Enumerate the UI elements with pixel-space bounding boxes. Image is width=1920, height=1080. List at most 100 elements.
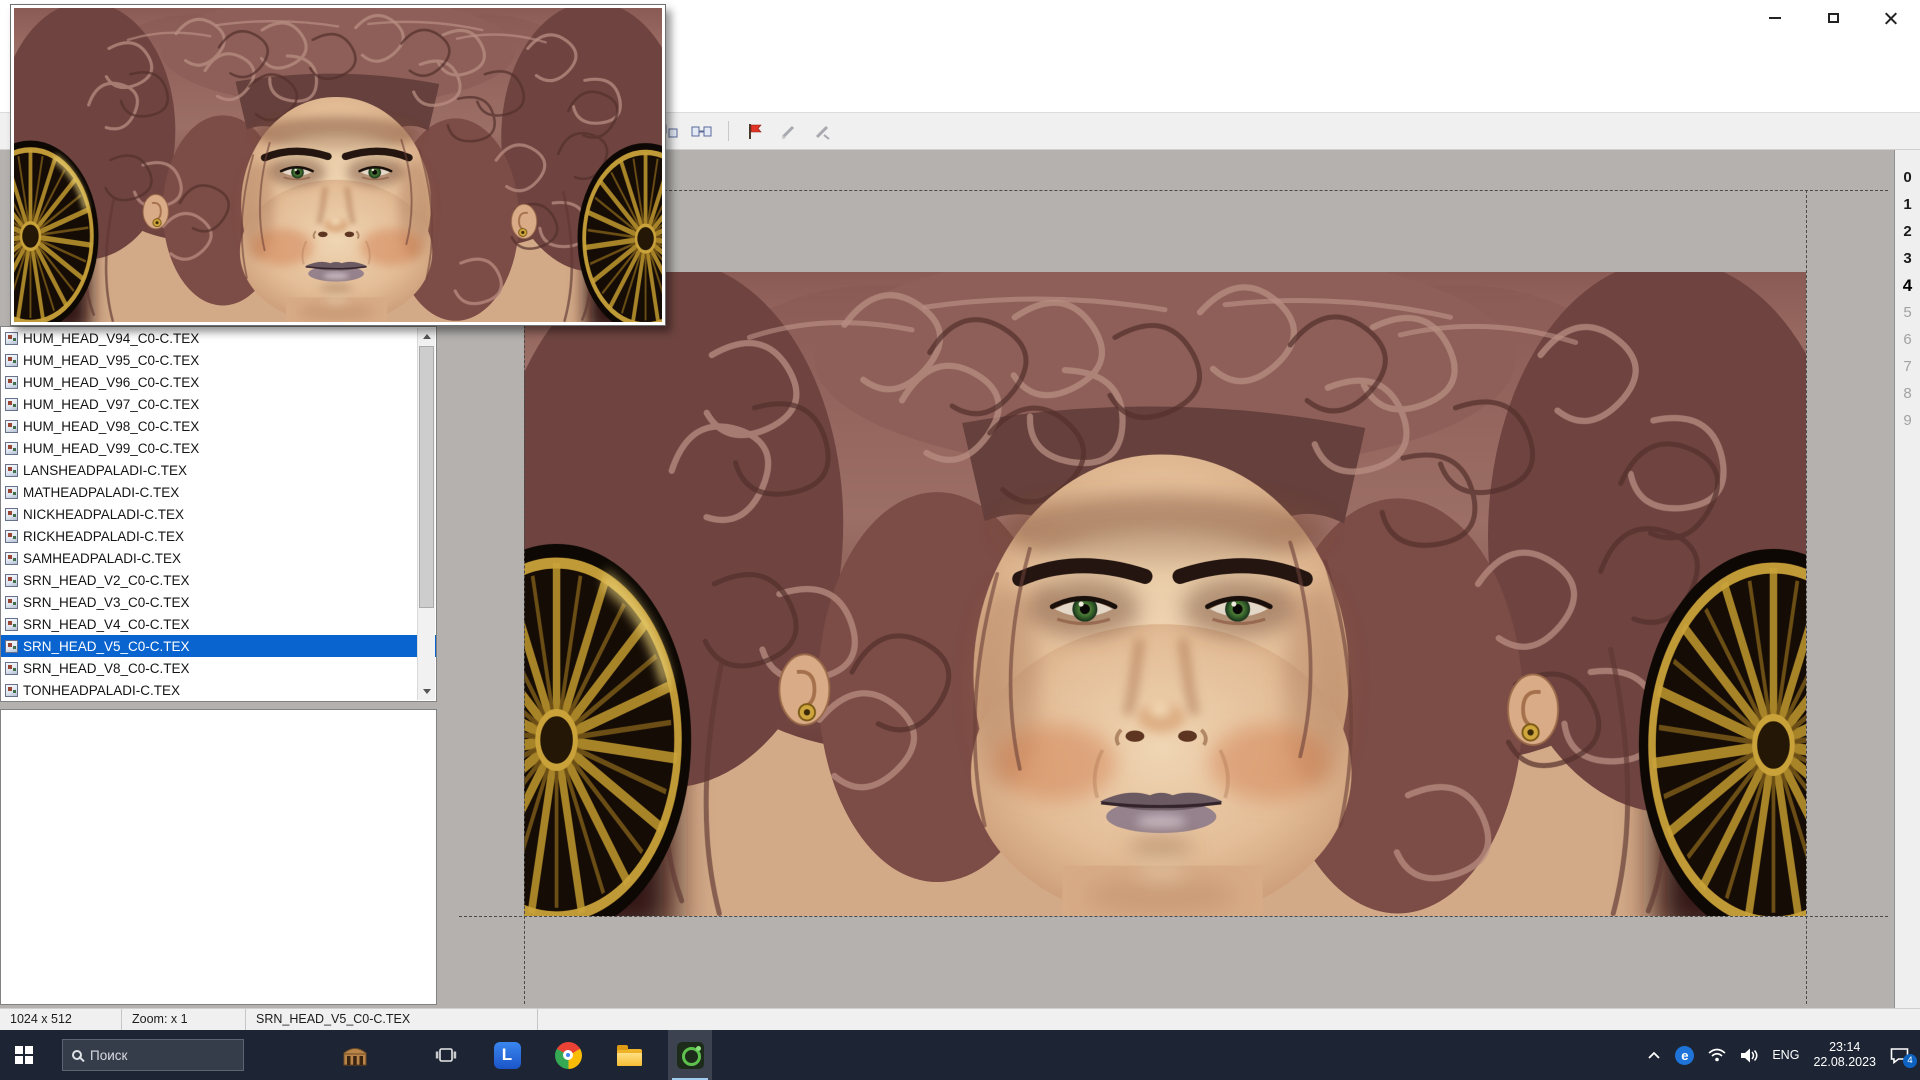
scrollbar-thumb[interactable] <box>419 346 434 608</box>
selection-guide-bottom <box>459 916 1888 917</box>
file-list-item[interactable]: SAMHEADPALADI-C.TEX <box>1 547 436 569</box>
file-name: RICKHEADPALADI-C.TEX <box>23 529 184 544</box>
volume-icon[interactable] <box>1740 1048 1758 1063</box>
file-list-item[interactable]: HUM_HEAD_V98_C0-C.TEX <box>1 415 436 437</box>
file-list-item[interactable]: HUM_HEAD_V94_C0-C.TEX <box>1 327 436 349</box>
antivirus-letter: e <box>1681 1048 1688 1063</box>
maximize-button[interactable] <box>1804 0 1862 36</box>
mip-level-8[interactable]: 8 <box>1895 380 1920 407</box>
mip-level-9[interactable]: 9 <box>1895 407 1920 434</box>
tex-file-icon <box>5 596 18 609</box>
toolbar-icons <box>655 118 836 144</box>
close-icon <box>1884 11 1898 25</box>
file-list-item[interactable]: SRN_HEAD_V2_C0-C.TEX <box>1 569 436 591</box>
taskbar-clock[interactable]: 23:14 22.08.2023 <box>1813 1040 1876 1070</box>
file-list-scrollbar[interactable] <box>417 328 435 700</box>
file-list-item[interactable]: HUM_HEAD_V96_C0-C.TEX <box>1 371 436 393</box>
arrow-up-icon <box>423 334 431 339</box>
mip-level-4-selected[interactable]: 4 <box>1895 272 1920 299</box>
tex-file-icon <box>5 398 18 411</box>
file-name: SRN_HEAD_V3_C0-C.TEX <box>23 595 190 610</box>
taskbar-app-game[interactable] <box>333 1030 377 1080</box>
tex-file-icon <box>5 442 18 455</box>
file-name: TONHEADPALADI-C.TEX <box>23 683 180 698</box>
notification-center-button[interactable]: 4 <box>1890 1047 1910 1064</box>
notification-badge: 4 <box>1903 1054 1917 1068</box>
file-name: NICKHEADPALADI-C.TEX <box>23 507 184 522</box>
mip-level-0[interactable]: 0 <box>1895 164 1920 191</box>
tex-viewer-icon <box>677 1042 704 1069</box>
taskbar-apps: L <box>333 1030 712 1080</box>
scroll-down-button[interactable] <box>418 683 435 700</box>
taskbar-search[interactable] <box>62 1039 244 1071</box>
link-tiles-button[interactable] <box>689 118 715 144</box>
texture-view[interactable] <box>524 272 1806 916</box>
l-app-icon: L <box>494 1042 521 1069</box>
file-name: HUM_HEAD_V96_C0-C.TEX <box>23 375 199 390</box>
l-app-letter: L <box>502 1045 512 1065</box>
arrow-down-icon <box>423 689 431 694</box>
mip-level-5[interactable]: 5 <box>1895 299 1920 326</box>
file-name: LANSHEADPALADI-C.TEX <box>23 463 187 478</box>
taskbar-app-chrome[interactable] <box>546 1030 590 1080</box>
minimize-button[interactable] <box>1746 0 1804 36</box>
file-list-item[interactable]: RICKHEADPALADI-C.TEX <box>1 525 436 547</box>
flag-button[interactable] <box>742 118 768 144</box>
start-icon <box>15 1046 33 1064</box>
mip-level-1[interactable]: 1 <box>1895 191 1920 218</box>
task-view-icon <box>435 1046 457 1064</box>
file-name: HUM_HEAD_V98_C0-C.TEX <box>23 419 199 434</box>
file-name: HUM_HEAD_V99_C0-C.TEX <box>23 441 199 456</box>
edit-disabled-icon <box>780 123 798 140</box>
tray-expand-icon[interactable] <box>1647 1050 1661 1061</box>
tex-file-icon <box>5 530 18 543</box>
mip-level-3[interactable]: 3 <box>1895 245 1920 272</box>
scroll-up-button[interactable] <box>418 328 435 345</box>
selection-guide-right <box>1806 190 1807 1004</box>
language-indicator[interactable]: ENG <box>1772 1048 1799 1062</box>
file-list-item[interactable]: MATHEADPALADI-C.TEX <box>1 481 436 503</box>
tex-file-icon <box>5 640 18 653</box>
clock-time: 23:14 <box>1813 1040 1876 1055</box>
file-list-item[interactable]: LANSHEADPALADI-C.TEX <box>1 459 436 481</box>
selection-guide-top <box>524 190 1888 191</box>
cut-disabled-button[interactable] <box>810 118 836 144</box>
file-name: HUM_HEAD_V95_C0-C.TEX <box>23 353 199 368</box>
file-list-item[interactable]: HUM_HEAD_V99_C0-C.TEX <box>1 437 436 459</box>
tex-file-icon <box>5 552 18 565</box>
mip-level-6[interactable]: 6 <box>1895 326 1920 353</box>
file-list-item[interactable]: NICKHEADPALADI-C.TEX <box>1 503 436 525</box>
tex-file-icon <box>5 486 18 499</box>
file-name: SRN_HEAD_V5_C0-C.TEX <box>23 639 190 654</box>
search-icon <box>72 1050 82 1060</box>
status-bar: 1024 x 512 Zoom: x 1 SRN_HEAD_V5_C0-C.TE… <box>0 1008 1920 1030</box>
file-list-item[interactable]: TONHEADPALADI-C.TEX <box>1 679 436 701</box>
antivirus-icon[interactable]: e <box>1675 1046 1694 1065</box>
taskbar-app-explorer[interactable] <box>607 1030 651 1080</box>
file-name: MATHEADPALADI-C.TEX <box>23 485 179 500</box>
tex-file-icon <box>5 354 18 367</box>
file-list-item[interactable]: SRN_HEAD_V4_C0-C.TEX <box>1 613 436 635</box>
file-name: SRN_HEAD_V8_C0-C.TEX <box>23 661 190 676</box>
network-icon[interactable] <box>1708 1048 1726 1062</box>
texture-preview[interactable] <box>10 4 666 326</box>
file-list-item[interactable]: SRN_HEAD_V8_C0-C.TEX <box>1 657 436 679</box>
cut-disabled-icon <box>814 123 832 140</box>
toolbar-separator <box>728 121 729 141</box>
taskbar-task-view-button[interactable] <box>424 1030 468 1080</box>
edit-disabled-button[interactable] <box>776 118 802 144</box>
file-list-item[interactable]: HUM_HEAD_V95_C0-C.TEX <box>1 349 436 371</box>
status-size: 1024 x 512 <box>0 1009 122 1030</box>
file-list-item[interactable]: SRN_HEAD_V3_C0-C.TEX <box>1 591 436 613</box>
taskbar-app-texviewer-active[interactable] <box>668 1030 712 1080</box>
mip-level-7[interactable]: 7 <box>1895 353 1920 380</box>
file-list-item[interactable]: HUM_HEAD_V97_C0-C.TEX <box>1 393 436 415</box>
search-input[interactable] <box>90 1048 220 1063</box>
file-list-item-selected[interactable]: SRN_HEAD_V5_C0-C.TEX <box>1 635 436 657</box>
taskbar-app-l[interactable]: L <box>485 1030 529 1080</box>
mip-level-2[interactable]: 2 <box>1895 218 1920 245</box>
close-button[interactable] <box>1862 0 1920 36</box>
file-name: HUM_HEAD_V97_C0-C.TEX <box>23 397 199 412</box>
file-name: SRN_HEAD_V2_C0-C.TEX <box>23 573 190 588</box>
start-button[interactable] <box>0 1030 48 1080</box>
